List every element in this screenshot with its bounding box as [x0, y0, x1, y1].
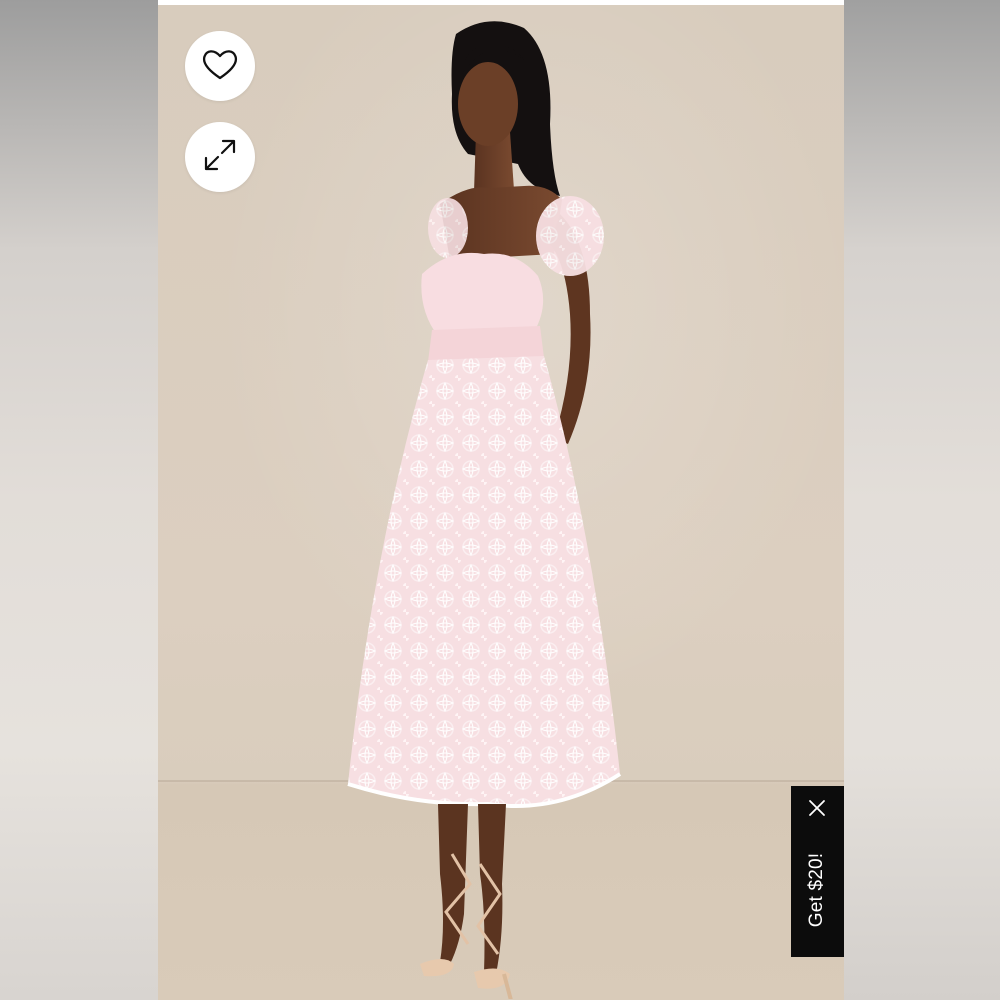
heart-icon	[201, 47, 239, 86]
blurred-backdrop-left	[0, 0, 158, 1000]
promo-tab[interactable]: Get $20!	[791, 786, 844, 957]
expand-image-button[interactable]	[185, 122, 255, 192]
product-image-viewer	[158, 0, 844, 1000]
promo-label: Get $20!	[806, 852, 827, 928]
expand-icon	[202, 137, 238, 178]
product-photo	[347, 21, 622, 999]
promo-close-button[interactable]	[805, 798, 829, 822]
close-icon	[808, 799, 826, 822]
blurred-backdrop-right	[844, 0, 1000, 1000]
favorite-button[interactable]	[185, 31, 255, 101]
